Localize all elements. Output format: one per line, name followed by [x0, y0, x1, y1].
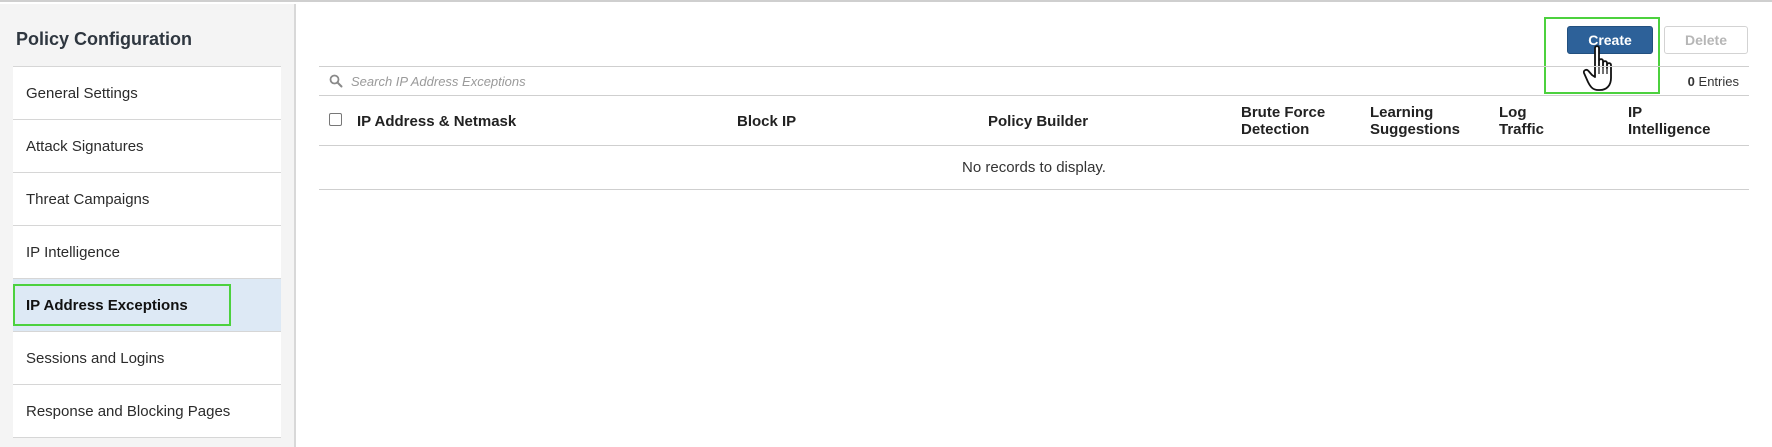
column-learning-suggestions[interactable]: Learning Suggestions: [1370, 96, 1460, 146]
search-input[interactable]: [351, 71, 951, 91]
column-log-traffic[interactable]: Log Traffic: [1499, 96, 1544, 146]
sidebar-title: Policy Configuration: [16, 29, 193, 49]
sidebar-item-general-settings[interactable]: General Settings: [13, 67, 281, 120]
main-content: Create Delete 0 Entries IP Address & Net…: [298, 4, 1772, 445]
search-bar: 0 Entries: [319, 66, 1749, 96]
delete-button[interactable]: Delete: [1664, 26, 1748, 54]
column-policy-builder[interactable]: Policy Builder: [988, 96, 1088, 146]
column-block-ip[interactable]: Block IP: [737, 96, 796, 146]
entries-count: 0 Entries: [1688, 74, 1739, 89]
sidebar-item-sessions-and-logins[interactable]: Sessions and Logins: [13, 332, 281, 385]
sidebar-item-threat-campaigns[interactable]: Threat Campaigns: [13, 173, 281, 226]
column-ip-address-netmask[interactable]: IP Address & Netmask: [357, 96, 516, 146]
sidebar-item-ip-intelligence[interactable]: IP Intelligence: [13, 226, 281, 279]
search-icon: [329, 74, 343, 88]
sidebar-item-attack-signatures[interactable]: Attack Signatures: [13, 120, 281, 173]
table-header: IP Address & Netmask Block IP Policy Bui…: [319, 96, 1749, 146]
entries-count-value: 0: [1687, 74, 1695, 89]
sidebar-item-ip-address-exceptions[interactable]: IP Address Exceptions: [13, 279, 281, 332]
sidebar-item-response-and-blocking-pages[interactable]: Response and Blocking Pages: [13, 385, 281, 438]
column-ip-intelligence[interactable]: IP Intelligence: [1628, 96, 1711, 146]
sidebar: Policy Configuration General Settings At…: [0, 4, 296, 447]
select-all-checkbox[interactable]: [329, 113, 342, 126]
column-brute-force-detection[interactable]: Brute Force Detection: [1241, 96, 1325, 146]
entries-count-label: Entries: [1698, 74, 1739, 89]
empty-table-message: No records to display.: [319, 146, 1749, 190]
sidebar-list: General Settings Attack Signatures Threa…: [13, 66, 281, 438]
